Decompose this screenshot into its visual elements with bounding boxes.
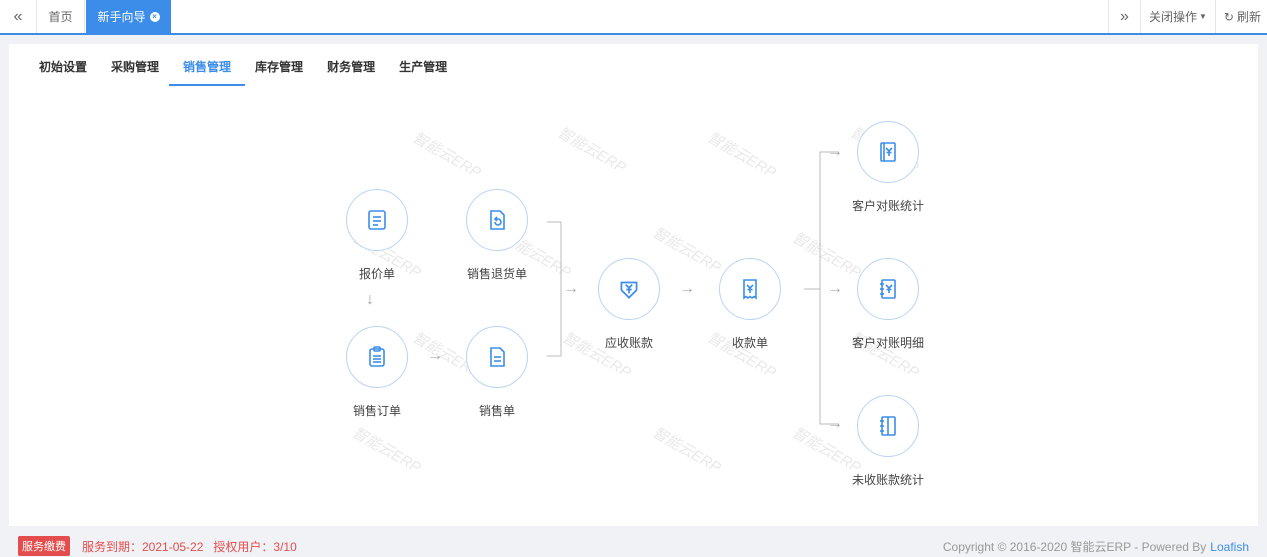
service-payment-badge[interactable]: 服务缴费 [18,536,70,556]
sales-order-circle[interactable] [346,326,408,388]
arrow-right-icon: → [827,415,843,432]
arrow-right-icon: → [827,143,843,160]
unpaid-stats-circle[interactable] [857,395,919,457]
node-receipt[interactable]: 收款单 [718,258,782,351]
watermark: 智能云ERP [649,424,724,477]
node-quote[interactable]: 报价单 [345,189,409,282]
tab-bar: « 首页 新手向导 × » 关闭操作 ▼ ↻ 刷新 [0,0,1267,35]
tab-production[interactable]: 生产管理 [399,58,447,86]
customer-detail-label: 客户对账明细 [852,336,925,350]
tab-home-label: 首页 [48,10,73,24]
scroll-tabs-left-icon[interactable]: « [0,0,37,33]
copyright-text: Copyright © 2016-2020 智能云ERP - Powered B… [942,539,1207,554]
node-unpaid-stats[interactable]: 未收账款统计 [852,395,924,488]
tab-inventory[interactable]: 库存管理 [255,58,303,86]
tab-newbie-guide-label: 新手向导 [97,10,146,24]
tab-finance[interactable]: 财务管理 [327,58,375,86]
unpaid-stats-label: 未收账款统计 [852,473,925,487]
tab-sales[interactable]: 销售管理 [169,58,246,86]
node-sales-slip[interactable]: 销售单 [465,326,529,419]
refresh-button[interactable]: ↻ 刷新 [1214,0,1267,33]
service-expiry: 服务到期：2021-05-22 [82,539,204,554]
close-operations-dropdown[interactable]: 关闭操作 ▼ [1139,0,1215,33]
receipt-yen-icon [743,279,757,300]
yen-arrow-icon [620,281,638,299]
return-document-icon [490,210,505,230]
refresh-icon: ↻ [1223,9,1234,24]
caret-down-icon: ▼ [1199,12,1207,21]
tab-initial-settings[interactable]: 初始设置 [39,58,87,86]
watermark: 智能云ERP [704,129,779,182]
document-list-icon [368,210,386,230]
status-footer: 服务缴费 服务到期：2021-05-22 授权用户：3/10 Copyright… [0,535,1267,557]
arrow-right-icon: → [679,280,695,297]
tab-bar-tools: » 关闭操作 ▼ ↻ 刷新 [1107,0,1267,33]
node-sales-order[interactable]: 销售订单 [345,326,409,419]
receipt-label: 收款单 [731,336,768,350]
quote-circle[interactable] [346,189,408,251]
notebook-icon [880,416,896,436]
tab-purchase[interactable]: 采购管理 [111,58,159,86]
sales-slip-label: 销售单 [478,404,515,418]
arrow-right-icon: → [427,347,443,364]
customer-detail-circle[interactable] [857,258,919,320]
close-operations-label: 关闭操作 [1148,10,1197,24]
node-receivable[interactable]: 应收账款 [597,258,661,351]
sales-return-circle[interactable] [466,189,528,251]
close-icon[interactable]: × [149,11,160,22]
arrow-right-icon: → [827,280,843,297]
node-sales-return[interactable]: 销售退货单 [465,189,529,282]
receivable-label: 应收账款 [604,336,653,350]
watermark: 智能云ERP [409,129,484,182]
module-tabs: 初始设置 采购管理 销售管理 库存管理 财务管理 生产管理 [39,58,471,86]
powered-by-link[interactable]: Loafish [1210,540,1249,554]
notebook-yen-icon [880,279,896,299]
receipt-circle[interactable] [719,258,781,320]
arrow-right-icon: → [563,280,579,297]
tab-home[interactable]: 首页 [37,0,85,33]
document-icon [490,347,505,367]
quote-label: 报价单 [358,267,395,281]
watermark: 智能云ERP [349,424,424,477]
customer-stats-label: 客户对账统计 [852,199,925,213]
ledger-yen-icon [880,142,896,162]
watermark: 智能云ERP [554,124,629,177]
sales-return-label: 销售退货单 [466,267,527,281]
refresh-label: 刷新 [1236,10,1261,24]
watermark: 智能云ERP [789,229,864,282]
tab-newbie-guide[interactable]: 新手向导 × [86,0,171,33]
scroll-tabs-right-icon[interactable]: » [1107,0,1140,33]
node-customer-detail[interactable]: 客户对账明细 [852,258,924,351]
node-customer-stats[interactable]: 客户对账统计 [852,121,924,214]
guide-panel: 初始设置 采购管理 销售管理 库存管理 财务管理 生产管理 智能云ERP 智能云… [9,44,1258,526]
arrow-down-icon: ↓ [366,291,374,308]
sales-order-label: 销售订单 [352,404,401,418]
clipboard-icon [369,346,385,367]
licensed-users: 授权用户：3/10 [213,539,297,554]
receivable-circle[interactable] [598,258,660,320]
customer-stats-circle[interactable] [857,121,919,183]
sales-slip-circle[interactable] [466,326,528,388]
copyright: Copyright © 2016-2020 智能云ERP - Powered B… [943,538,1249,555]
